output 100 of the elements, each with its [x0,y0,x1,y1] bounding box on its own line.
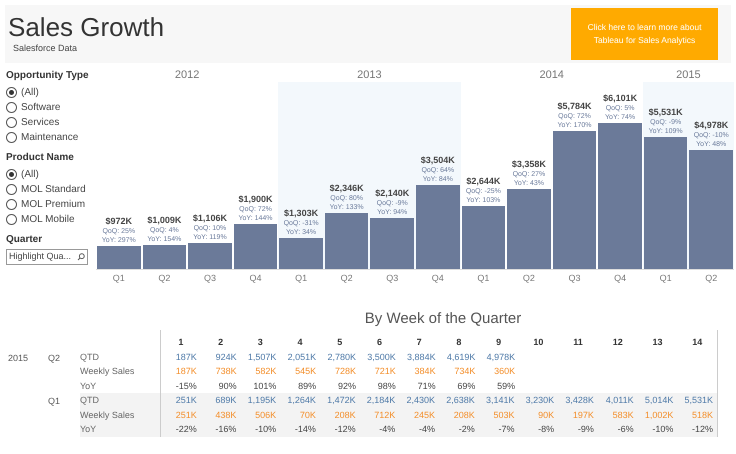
measure-label: Weekly Sales [80,366,134,376]
radio-label: Software [21,101,60,115]
column-header: 5 [336,336,344,349]
column-header: 12 [612,336,624,349]
table-cell-text: 728K [334,365,357,378]
bar [188,242,232,269]
radio-label: (All) [21,86,39,100]
table-cell-text: -16% [214,423,238,436]
column-header: 3 [256,336,264,349]
table-cell-text: 924K [214,350,238,364]
value-label: $5,531K [648,106,683,118]
bar [370,218,414,269]
table-cell-text: 689K [214,394,238,407]
table-cell-text: 438K [214,408,238,422]
radio-label: (All) [21,168,39,182]
table-cell-text: 4,978K [486,350,516,364]
table-cell-text: 3,428K [564,394,595,407]
value-label: $1,106K [192,212,227,224]
table-cell-text: 98% [376,380,397,392]
quarter-label: Q2 [522,272,536,286]
quarter-label: Q4 [248,272,263,286]
radio-button[interactable] [6,169,17,180]
table-cell-text: 101% [252,380,278,392]
table-cell-text: 251K [174,408,198,422]
table-cell-text: 506K [254,408,278,422]
radio-label: Services [21,116,60,130]
year-cell: 2015 [8,352,28,362]
bar [234,224,278,269]
search-icon [77,253,85,261]
quarter-label: Q3 [568,272,582,286]
table-cell-text: 1,507K [246,350,278,364]
table-cell-text: 384K [414,365,437,378]
search-field[interactable]: Highlight Qua... [6,249,88,265]
table-cell-text: 92% [336,380,357,392]
year-label: 2015 [675,68,702,82]
table-cell-text: 734K [453,365,476,378]
table-cell-text: -2% [458,423,476,436]
column-header: 6 [376,336,383,349]
table-cell-text: 71% [416,380,437,392]
table-cell-text: 187K [174,350,198,364]
radio-button[interactable] [6,132,17,143]
quarter-label: Q1 [476,272,490,286]
measure-label: YoY [80,380,96,390]
column-header: 10 [532,336,544,349]
table-cell-text: 3,884K [406,350,437,364]
table-cell-text: 4,011K [604,394,635,407]
table-cell-text: -22% [174,423,198,436]
value-label: $5,784K [557,100,592,112]
table-cell-text: -7% [497,423,516,436]
radio-button[interactable] [6,102,17,113]
column-header: 1 [177,336,184,349]
table-cell-text: 5,531K [684,394,714,407]
table-cell-text: 582K [254,365,278,378]
table-cell-text: -9% [576,423,595,436]
table-cell-text: 5,014K [644,394,674,407]
table-cell-text: 1,195K [246,394,278,407]
column-header: 9 [495,336,502,349]
filter-title: Product Name [6,151,75,165]
value-label: $2,140K [375,188,410,199]
table-cell-text: 70K [298,408,317,422]
cta-button[interactable]: Click here to learn more about Tableau for Sales Analytics [571,8,718,60]
table-cell-text: 545K [294,365,318,378]
column-header: 8 [455,336,462,349]
radio-button[interactable] [6,199,17,210]
value-label: $3,358K [512,158,546,170]
table-cell-text: 197K [572,408,595,422]
radio-button[interactable] [6,214,17,225]
table-cell-text: -12% [691,423,714,436]
table-cell-text: -10% [254,423,278,436]
table-cell-text: 2,184K [366,394,396,407]
bar [97,246,141,269]
dashboard-title: Sales Growth [8,12,164,42]
table-cell-text: 245K [413,408,436,422]
value-label: $6,101K [603,93,638,104]
measure-label: QTD [80,352,99,362]
quarter-label: Q4 [430,272,445,286]
value-label: $1,303K [284,208,318,219]
year-label: 2014 [538,68,565,82]
measure-label: QTD [80,395,99,405]
radio-button[interactable] [6,184,17,195]
column-header: 11 [572,336,584,349]
radio-button[interactable] [6,87,17,98]
radio-label: MOL Standard [21,183,86,197]
table-cell-text: 208K [334,408,357,422]
table-cell-text: 518K [691,408,714,422]
table-cell-text: 1,002K [644,408,674,422]
radio-button[interactable] [6,117,17,128]
table-cell-text: 3,141K [484,394,516,407]
table-cell-text: -12% [334,423,357,436]
column-header: 14 [691,336,704,349]
table-cell-text: -4% [378,423,396,436]
quarter-label: Q3 [202,272,217,286]
quarter-label: Q2 [704,272,718,286]
value-label: $1,900K [238,194,273,205]
table-cell-text: 721K [374,365,397,378]
table-cell-text: 712K [373,408,396,422]
table-cell-text: 3,500K [366,350,397,364]
table-cell-text: 2,638K [445,394,476,407]
quarter-label: Q2 [340,272,354,286]
filter-title: Opportunity Type [6,69,90,83]
